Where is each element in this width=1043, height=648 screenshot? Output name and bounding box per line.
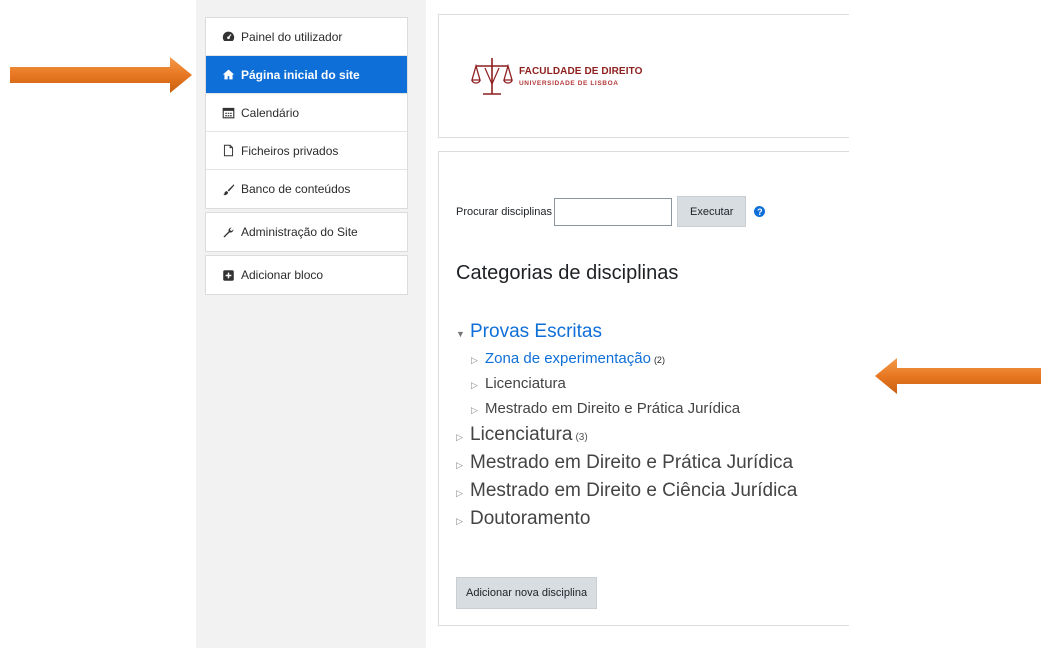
file-icon <box>221 144 235 158</box>
question-circle-icon[interactable]: ? <box>754 206 766 217</box>
nav-item-label: Adicionar bloco <box>241 268 324 282</box>
nav-item-label: Calendário <box>241 105 300 120</box>
logo-card: FACULDADE DE DIREITO UNIVERSIDADE DE LIS… <box>438 14 849 138</box>
category-item[interactable]: ▷ Mestrado em Direito e Prática Jurídica <box>456 396 797 421</box>
category-item[interactable]: ▷ Mestrado em Direito e Prática Jurídica <box>456 449 797 477</box>
caret-right-icon[interactable]: ▷ <box>471 373 480 398</box>
caret-down-icon[interactable]: ▼ <box>456 320 465 348</box>
dashboard-icon <box>221 30 235 44</box>
category-item[interactable]: ▷ Mestrado em Direito e Ciência Jurídica <box>456 477 797 505</box>
category-tree: ▼ Provas Escritas ▷ Zona de experimentaç… <box>456 318 797 533</box>
calendar-icon <box>221 106 235 120</box>
category-label[interactable]: Licenciatura <box>470 421 572 449</box>
nav-drawer: Painel do utilizador Página inicial do s… <box>205 17 408 298</box>
wrench-icon <box>221 225 235 239</box>
nav-item-label: Painel do utilizador <box>241 29 343 44</box>
caret-right-icon[interactable]: ▷ <box>456 507 465 535</box>
search-label: Procurar disciplinas <box>456 205 552 218</box>
search-input[interactable] <box>553 197 672 226</box>
add-course-button[interactable]: Adicionar nova disciplina <box>456 577 598 609</box>
site-logo[interactable]: FACULDADE DE DIREITO UNIVERSIDADE DE LIS… <box>471 56 643 96</box>
nav-item-dashboard[interactable]: Painel do utilizador <box>206 18 407 56</box>
category-link[interactable]: Zona de experimentação <box>485 346 651 371</box>
logo-title: FACULDADE DE DIREITO <box>519 65 643 77</box>
category-item[interactable]: ▷ Doutoramento <box>456 505 797 533</box>
category-label[interactable]: Licenciatura <box>485 371 566 396</box>
faculty-emblem-icon <box>471 58 513 95</box>
main-card: Procurar disciplinas Executar ? Categori… <box>438 151 849 626</box>
category-label[interactable]: Mestrado em Direito e Prática Jurídica <box>470 449 793 477</box>
nav-item-label: Ficheiros privados <box>241 143 339 158</box>
home-icon <box>221 68 235 82</box>
category-item[interactable]: ▷ Licenciatura <box>456 371 797 396</box>
annotation-arrow-left <box>875 358 1041 394</box>
caret-right-icon[interactable]: ▷ <box>456 479 465 507</box>
logo-subtitle: UNIVERSIDADE DE LISBOA <box>519 79 619 87</box>
brush-icon <box>221 182 235 196</box>
nav-item-private-files[interactable]: Ficheiros privados <box>206 132 407 170</box>
plus-square-icon <box>221 268 235 282</box>
nav-block-admin: Administração do Site <box>205 212 408 252</box>
nav-block-main: Painel do utilizador Página inicial do s… <box>205 17 408 209</box>
nav-item-site-home[interactable]: Página inicial do site <box>206 56 407 94</box>
category-label[interactable]: Doutoramento <box>470 505 590 533</box>
nav-item-label: Página inicial do site <box>241 67 360 82</box>
nav-block-add: Adicionar bloco <box>205 255 408 295</box>
category-item[interactable]: ▷ Licenciatura (3) <box>456 421 797 449</box>
course-search: Procurar disciplinas Executar ? <box>456 196 766 227</box>
search-submit-button[interactable]: Executar <box>676 196 747 227</box>
caret-right-icon[interactable]: ▷ <box>471 348 480 373</box>
nav-item-content-bank[interactable]: Banco de conteúdos <box>206 170 407 208</box>
category-item[interactable]: ▼ Provas Escritas <box>456 318 797 346</box>
nav-item-calendar[interactable]: Calendário <box>206 94 407 132</box>
nav-item-add-block[interactable]: Adicionar bloco <box>206 256 407 294</box>
nav-item-label: Administração do Site <box>241 225 358 239</box>
nav-item-label: Banco de conteúdos <box>241 182 351 196</box>
caret-right-icon[interactable]: ▷ <box>471 398 480 423</box>
annotation-arrow-right <box>10 57 192 93</box>
caret-right-icon[interactable]: ▷ <box>456 423 465 451</box>
course-count: (3) <box>575 432 588 443</box>
page-title: Categorias de disciplinas <box>456 262 679 284</box>
category-label[interactable]: Mestrado em Direito e Ciência Jurídica <box>470 477 797 505</box>
category-label[interactable]: Mestrado em Direito e Prática Jurídica <box>485 396 740 421</box>
caret-right-icon[interactable]: ▷ <box>456 451 465 479</box>
category-item[interactable]: ▷ Zona de experimentação (2) <box>456 346 797 371</box>
category-link[interactable]: Provas Escritas <box>470 318 602 346</box>
course-count: (2) <box>653 355 665 365</box>
nav-item-site-admin[interactable]: Administração do Site <box>206 213 407 251</box>
